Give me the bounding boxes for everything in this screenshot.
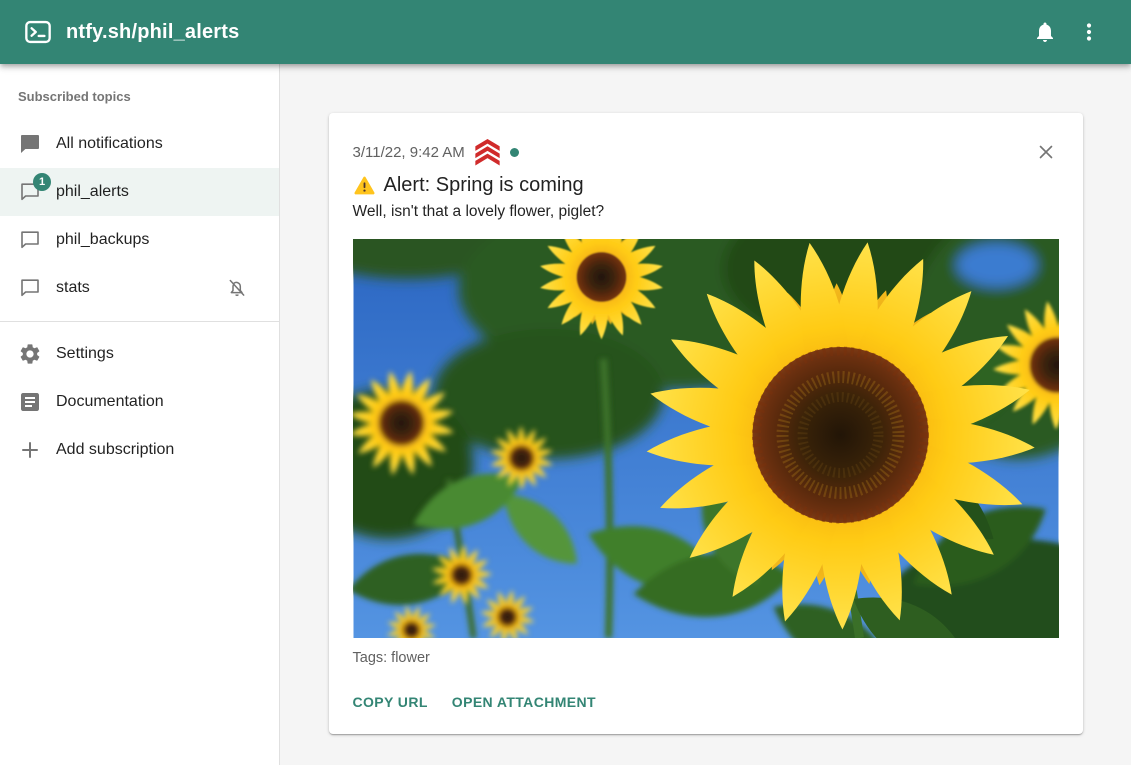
sidebar-item-label: Settings	[56, 345, 267, 363]
main-content: 3/11/22, 9:42 AM	[280, 64, 1131, 765]
notification-card: 3/11/22, 9:42 AM	[329, 113, 1083, 734]
article-icon	[18, 390, 42, 414]
kebab-menu-icon	[1077, 20, 1101, 44]
sidebar-item-documentation[interactable]: Documentation	[0, 378, 279, 426]
sidebar-item-phil-alerts[interactable]: 1 phil_alerts	[0, 168, 279, 216]
attachment-image[interactable]	[353, 239, 1059, 638]
notification-meta: 3/11/22, 9:42 AM	[353, 139, 1059, 166]
sidebar-item-label: Add subscription	[56, 441, 267, 459]
sidebar-divider	[0, 321, 279, 322]
sidebar-item-label: phil_backups	[56, 231, 267, 249]
close-notification-button[interactable]	[1031, 137, 1061, 167]
chat-bubble-filled-icon	[18, 132, 42, 156]
notifications-muted-bell-off-icon	[225, 276, 249, 300]
plus-icon	[18, 438, 42, 462]
chat-bubble-outline-icon	[18, 276, 42, 300]
app-title: ntfy.sh/phil_alerts	[66, 21, 239, 44]
gear-icon	[18, 342, 42, 366]
sidebar-item-label: Documentation	[56, 393, 267, 411]
bell-icon	[1033, 20, 1057, 44]
sidebar: Subscribed topics All notifications 1 ph…	[0, 64, 280, 765]
sidebar-item-phil-backups[interactable]: phil_backups	[0, 216, 279, 264]
notification-body: Well, isn't that a lovely flower, piglet…	[353, 203, 1059, 221]
sidebar-item-settings[interactable]: Settings	[0, 330, 279, 378]
sidebar-item-label: All notifications	[56, 135, 267, 153]
notification-actions: COPY URL OPEN ATTACHMENT	[353, 692, 1059, 712]
chat-bubble-outline-icon: 1	[18, 180, 42, 204]
close-x-icon	[1035, 141, 1057, 163]
terminal-logo-icon	[24, 18, 52, 46]
warning-triangle-icon	[353, 174, 376, 197]
overflow-menu-button[interactable]	[1067, 10, 1111, 54]
notification-title-row: Alert: Spring is coming	[353, 174, 1059, 197]
app-bar: ntfy.sh/phil_alerts	[0, 0, 1131, 64]
notifications-bell-button[interactable]	[1023, 10, 1067, 54]
notification-title: Alert: Spring is coming	[384, 174, 584, 197]
open-attachment-button[interactable]: OPEN ATTACHMENT	[452, 692, 596, 712]
sidebar-item-label: stats	[56, 279, 225, 297]
copy-url-button[interactable]: COPY URL	[353, 692, 428, 712]
timestamp: 3/11/22, 9:42 AM	[353, 144, 465, 161]
tags-label: Tags: flower	[353, 650, 1059, 666]
sidebar-item-add-subscription[interactable]: Add subscription	[0, 426, 279, 474]
sidebar-item-stats[interactable]: stats	[0, 264, 279, 312]
new-notification-dot-icon	[510, 148, 519, 157]
unread-count-badge: 1	[33, 173, 51, 191]
subscribed-topics-label: Subscribed topics	[0, 64, 279, 120]
priority-max-icon	[475, 139, 500, 166]
sidebar-item-label: phil_alerts	[56, 183, 267, 201]
chat-bubble-outline-icon	[18, 228, 42, 252]
sidebar-item-all-notifications[interactable]: All notifications	[0, 120, 279, 168]
